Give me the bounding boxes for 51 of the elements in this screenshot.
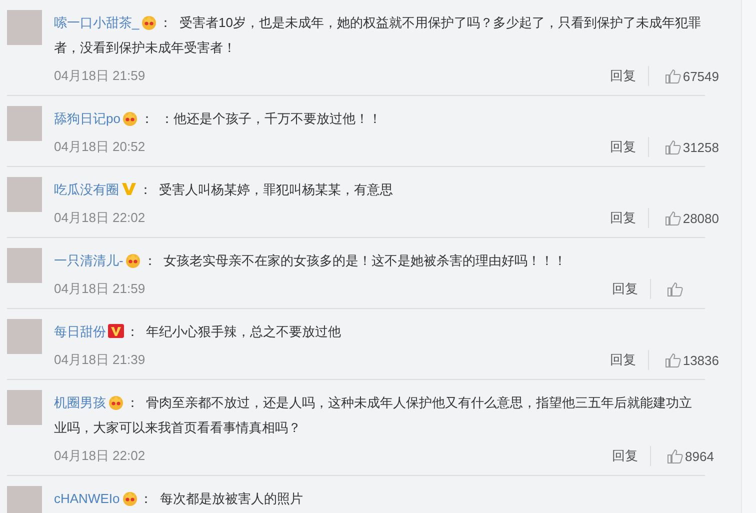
avatar-photo-placeholder[interactable] bbox=[7, 106, 42, 141]
avatar-photo-placeholder[interactable] bbox=[7, 248, 42, 283]
comment-time: 04月18日 22:02 bbox=[54, 209, 146, 227]
comment-time: 04月18日 22:02 bbox=[54, 447, 146, 465]
user-name-link[interactable]: 机圈男孩 bbox=[54, 395, 106, 410]
avatar-photo-placeholder[interactable] bbox=[7, 390, 42, 425]
crown-badge-icon bbox=[122, 490, 138, 506]
thumbs-up-icon bbox=[667, 448, 683, 464]
verified-v-icon bbox=[108, 323, 124, 339]
user-name-link[interactable]: 每日甜份 bbox=[54, 324, 106, 339]
reply-link[interactable]: 回复 bbox=[604, 66, 649, 86]
comment-text: cHANWEIo ： 每次都是放被害人的照片 bbox=[54, 489, 304, 508]
reply-link[interactable]: 回复 bbox=[604, 208, 649, 228]
like-button[interactable]: 67549 bbox=[658, 67, 719, 85]
crown-badge-icon bbox=[125, 252, 142, 268]
thumbs-up-icon bbox=[664, 68, 681, 84]
thumbs-up-icon bbox=[664, 210, 681, 226]
comment-text: 舔狗日记po ： ：他还是个孩子，千万不要放过他！！ bbox=[54, 109, 383, 128]
reply-link[interactable]: 回复 bbox=[606, 446, 651, 466]
comment-time: 04月18日 21:39 bbox=[54, 351, 146, 369]
like-button[interactable]: 28080 bbox=[658, 209, 719, 227]
avatar-photo-placeholder[interactable] bbox=[7, 319, 42, 354]
avatar-photo-placeholder[interactable] bbox=[7, 10, 42, 45]
like-button[interactable]: 13836 bbox=[658, 351, 719, 369]
user-name-link[interactable]: 嗦一口小甜茶_ bbox=[54, 15, 140, 30]
verified-v-icon bbox=[121, 181, 137, 197]
avatar-photo-placeholder[interactable] bbox=[7, 486, 42, 513]
like-button[interactable]: 8964 bbox=[661, 447, 719, 465]
user-name-link[interactable]: 吃瓜没有圈 bbox=[54, 182, 119, 197]
reply-link[interactable]: 回复 bbox=[606, 279, 651, 299]
comment-text: 嗦一口小甜茶_ ： 受害者10岁，也是未成年，她的权益就不用保护了吗？多少起了，只看到保护了未成年犯罪者，没看到保护未成年受害者！ bbox=[54, 13, 702, 57]
avatar-photo-placeholder[interactable] bbox=[7, 177, 42, 212]
comment-time: 04月18日 21:59 bbox=[54, 280, 146, 298]
thumbs-up-icon bbox=[664, 139, 681, 155]
comment-time: 04月18日 20:52 bbox=[54, 138, 146, 156]
user-name-link[interactable]: 一只清清儿- bbox=[54, 253, 124, 268]
like-button[interactable]: 31258 bbox=[658, 138, 719, 156]
comment-text: 机圈男孩 ： 骨肉至亲都不放过，还是人吗，这种未成年人保护他又有什么意思，指望他三五年后就能建功立业吗，大家可以来我首页看看事情真相吗？ bbox=[54, 393, 694, 437]
crown-badge-icon bbox=[141, 14, 158, 30]
user-name-link[interactable]: 舔狗日记po bbox=[54, 111, 120, 126]
crown-badge-icon bbox=[122, 110, 138, 126]
comment-text: 每日甜份 ： 年纪小心狠手辣，总之不要放过他 bbox=[54, 322, 342, 341]
reply-link[interactable]: 回复 bbox=[604, 137, 649, 157]
crown-badge-icon bbox=[108, 394, 124, 410]
reply-link[interactable]: 回复 bbox=[604, 350, 649, 370]
thumbs-up-icon bbox=[667, 281, 683, 297]
user-name-link[interactable]: cHANWEIo bbox=[54, 491, 120, 506]
comment-text: 一只清清儿- ： 女孩老实母亲不在家的女孩多的是！这不是她被杀害的理由好吗！！！ bbox=[54, 251, 568, 270]
comment-text: 吃瓜没有圈 ： 受害人叫杨某婷，罪犯叫杨某某，有意思 bbox=[54, 180, 394, 199]
thumbs-up-icon bbox=[664, 352, 681, 368]
comment-time: 04月18日 21:59 bbox=[54, 67, 146, 85]
